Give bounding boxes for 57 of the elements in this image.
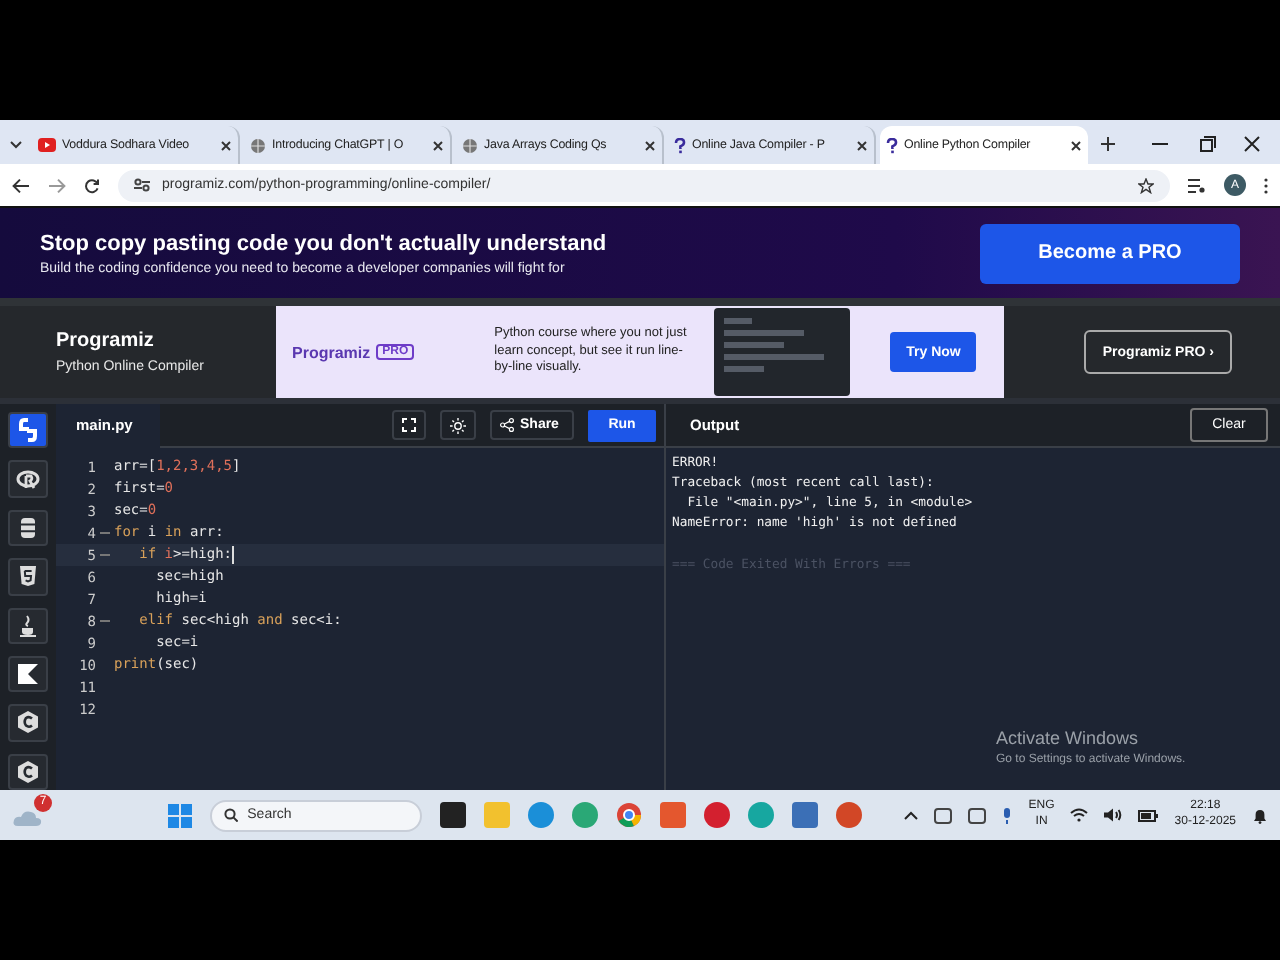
language-button[interactable] [8,655,48,693]
site-settings-icon [134,178,150,192]
restore-icon[interactable] [1200,136,1216,152]
chevron-down-icon[interactable] [8,136,24,152]
bell-icon[interactable] [1252,807,1268,823]
play-icon [38,138,56,152]
coffee-cup-icon [16,613,40,638]
promo-headline: Stop copy pasting code you don't actually understand [40,231,607,255]
speaker-icon[interactable] [1104,808,1123,822]
programiz-logo: Programiz [56,330,156,352]
language-button[interactable] [8,412,48,449]
r-logo-icon [16,467,40,492]
language-button[interactable] [8,558,48,595]
theme-toggle-button[interactable] [440,410,476,440]
microphone-icon[interactable] [1002,807,1013,823]
minimize-icon[interactable] [1152,142,1168,146]
windows-start-icon[interactable] [167,803,192,827]
media-queue-icon[interactable] [1188,177,1206,193]
search-icon [223,808,238,822]
share-icon [500,418,514,432]
python-snake-icon [16,418,40,443]
forward-arrow-icon[interactable] [48,177,66,193]
close-icon[interactable] [644,139,656,151]
chrome-icon[interactable] [615,802,642,828]
close-icon[interactable] [432,139,444,151]
close-icon[interactable] [1244,136,1260,152]
question-mark-icon [674,137,686,153]
sun-icon [450,417,466,433]
fullscreen-icon [402,418,416,432]
star-icon[interactable] [1138,177,1154,193]
fullscreen-button[interactable] [392,410,426,440]
plus-icon[interactable] [1100,136,1116,152]
chevron-up-icon[interactable] [904,810,919,820]
c-hexagon-icon [16,759,40,784]
html5-shield-icon [16,564,40,589]
c-hexagon-icon [16,710,40,735]
language-button[interactable] [8,704,48,742]
close-icon[interactable] [220,139,232,151]
close-icon[interactable] [856,139,868,151]
language-button[interactable] [8,753,48,790]
globe-icon [462,137,478,153]
language-button[interactable] [8,509,48,547]
become-pro-button[interactable]: Become a PRO [980,223,1240,283]
text-cursor [232,546,235,564]
ad-logo: Programiz [292,343,371,361]
close-icon[interactable] [1070,139,1082,151]
kotlin-logo-icon [16,662,40,687]
database-icon [16,515,40,540]
globe-icon [250,137,266,153]
back-arrow-icon[interactable] [12,177,30,193]
language-button[interactable] [8,460,48,498]
question-mark-icon [886,137,898,153]
reload-icon[interactable] [84,177,100,193]
battery-icon[interactable] [1138,809,1159,821]
language-button[interactable] [8,607,48,644]
activation-title: Activate Windows [996,728,1141,748]
wifi-icon[interactable] [1070,808,1089,822]
